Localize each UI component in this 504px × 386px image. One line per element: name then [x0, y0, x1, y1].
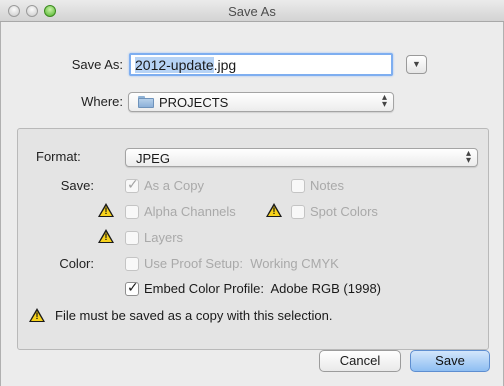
spot-colors-label: Spot Colors	[310, 204, 378, 219]
checkbox-box: ✓	[125, 278, 139, 296]
alpha-channels-checkbox[interactable]: Alpha Channels	[125, 204, 236, 219]
warning-icon: !	[29, 308, 45, 323]
window-titlebar: Save As	[0, 0, 504, 22]
save-as-dialog: Save As: 2012-update.jpg ▼ Where: PROJEC…	[0, 22, 504, 386]
embed-color-profile-checkbox[interactable]: ✓ Embed Color Profile: Adobe RGB (1998)	[125, 278, 382, 296]
warning-message: File must be saved as a copy with this s…	[55, 308, 333, 323]
as-a-copy-label: As a Copy	[144, 178, 204, 193]
checkbox-box	[125, 204, 139, 219]
checkmark-icon: ✓	[127, 278, 139, 295]
embed-color-profile-label: Embed Color Profile: Adobe RGB (1998)	[144, 281, 382, 296]
use-proof-setup-label: Use Proof Setup: Working CMYK	[144, 256, 339, 271]
alpha-channels-label: Alpha Channels	[144, 204, 236, 219]
warning-icon: !	[98, 203, 114, 218]
save-as-label: Save As:	[71, 57, 123, 72]
format-popup[interactable]: JPEG ▴ ▾	[125, 148, 478, 167]
warning-icon: !	[266, 203, 282, 218]
filename-extension-text: .jpg	[213, 57, 237, 73]
use-proof-setup-checkbox[interactable]: Use Proof Setup: Working CMYK	[125, 256, 339, 271]
updown-arrows-icon: ▴ ▾	[381, 92, 387, 110]
save-options-label: Save:	[60, 178, 94, 193]
format-label: Format:	[36, 149, 81, 164]
where-popup[interactable]: PROJECTS ▴ ▾	[128, 92, 394, 112]
chevron-down-icon: ▼	[412, 59, 421, 69]
filename-input[interactable]: 2012-update.jpg	[129, 53, 393, 76]
cancel-button[interactable]: Cancel	[319, 350, 401, 372]
save-button[interactable]: Save	[410, 350, 490, 372]
notes-checkbox[interactable]: Notes	[291, 178, 344, 193]
checkbox-box	[291, 178, 305, 193]
checkbox-box: ✓	[125, 175, 139, 193]
layers-label: Layers	[144, 230, 184, 245]
updown-arrows-icon: ▴ ▾	[465, 148, 471, 166]
filename-selected-text: 2012-update	[135, 57, 214, 73]
where-popup-value: PROJECTS	[159, 95, 229, 110]
spot-colors-checkbox[interactable]: Spot Colors	[291, 204, 378, 219]
checkbox-box	[125, 256, 139, 271]
format-options-panel: Format: JPEG ▴ ▾ Save: ✓ As a Copy Notes …	[17, 128, 489, 350]
checkbox-box	[125, 230, 139, 245]
checkmark-icon: ✓	[127, 175, 139, 192]
notes-label: Notes	[310, 178, 344, 193]
folder-icon	[138, 96, 154, 108]
as-a-copy-checkbox[interactable]: ✓ As a Copy	[125, 175, 204, 193]
expand-browser-button[interactable]: ▼	[406, 55, 427, 74]
layers-checkbox[interactable]: Layers	[125, 230, 183, 245]
window-title: Save As	[228, 4, 276, 19]
color-options-label: Color:	[59, 256, 94, 271]
checkbox-box	[291, 204, 305, 219]
warning-icon: !	[98, 229, 114, 244]
format-popup-value: JPEG	[136, 151, 170, 166]
where-label: Where:	[81, 94, 123, 109]
